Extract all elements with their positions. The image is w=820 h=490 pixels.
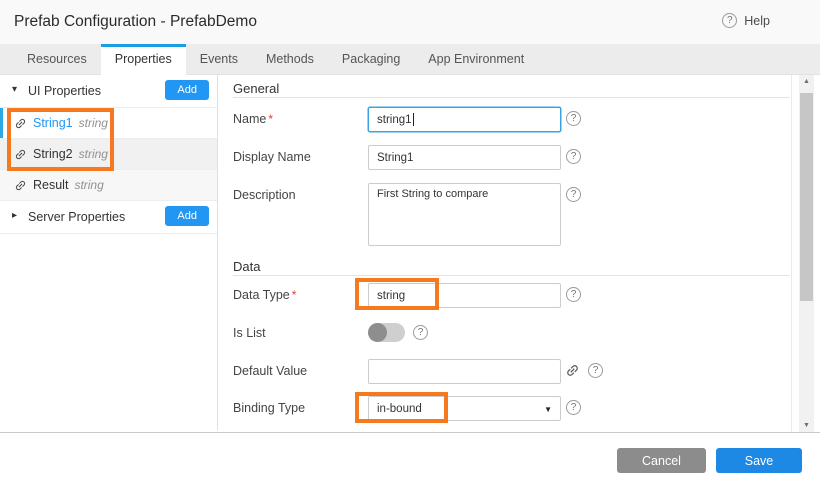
link-icon <box>11 145 29 163</box>
footer-divider <box>0 432 820 433</box>
ui-properties-header[interactable]: ▾ UI Properties Add <box>0 75 217 108</box>
prefab-config-window: Prefab Configuration - PrefabDemo ? Help… <box>0 0 820 490</box>
help-button[interactable]: ? Help <box>722 13 770 28</box>
scrollbar-thumb[interactable] <box>800 93 813 301</box>
data-section-divider <box>233 275 790 276</box>
chevron-down-icon: ▾ <box>12 84 17 95</box>
is-list-label: Is List <box>233 326 266 340</box>
add-server-property-button[interactable]: Add <box>165 206 209 226</box>
required-asterisk: * <box>292 288 297 302</box>
server-properties-label: Server Properties <box>28 210 125 224</box>
tab-bar: Resources Properties Events Methods Pack… <box>0 44 820 75</box>
sidebar-item-string2[interactable]: String2 string <box>0 139 217 170</box>
name-help-icon[interactable]: ? <box>566 111 581 126</box>
property-type: string <box>79 116 108 130</box>
properties-sidebar: ▾ UI Properties Add String1 string Strin… <box>0 75 218 430</box>
tab-app-environment[interactable]: App Environment <box>414 44 538 75</box>
default-value-help-icon[interactable]: ? <box>588 363 603 378</box>
window-header: Prefab Configuration - PrefabDemo ? Help <box>0 0 820 44</box>
link-icon <box>11 114 29 132</box>
save-button[interactable]: Save <box>716 448 802 473</box>
default-value-label: Default Value <box>233 364 307 378</box>
vertical-scrollbar[interactable]: ▲ ▼ <box>799 75 814 433</box>
display-name-label: Display Name <box>233 150 311 164</box>
name-label: Name* <box>233 112 273 126</box>
property-form-panel: General Name* string1 ? Display Name Str… <box>219 75 792 432</box>
tab-resources[interactable]: Resources <box>13 44 101 75</box>
toggle-knob <box>368 323 387 342</box>
data-type-input[interactable]: string <box>368 283 561 308</box>
property-type: string <box>74 178 103 192</box>
tab-methods[interactable]: Methods <box>252 44 328 75</box>
window-title: Prefab Configuration - PrefabDemo <box>14 13 257 31</box>
property-name: String2 <box>33 147 73 161</box>
tab-events[interactable]: Events <box>186 44 252 75</box>
binding-type-label: Binding Type <box>233 401 305 415</box>
is-list-help-icon[interactable]: ? <box>413 325 428 340</box>
server-properties-header[interactable]: ▸ Server Properties Add <box>0 201 217 234</box>
text-cursor <box>413 113 414 126</box>
ui-properties-label: UI Properties <box>28 84 101 98</box>
bind-link-icon[interactable] <box>562 360 583 381</box>
general-section-divider <box>233 97 790 98</box>
default-value-input[interactable] <box>368 359 561 384</box>
scroll-down-arrow[interactable]: ▼ <box>799 419 814 433</box>
binding-type-help-icon[interactable]: ? <box>566 400 581 415</box>
required-asterisk: * <box>268 112 273 126</box>
dropdown-arrow-icon: ▼ <box>544 405 552 414</box>
property-type: string <box>79 147 108 161</box>
sidebar-item-string1[interactable]: String1 string <box>0 108 217 139</box>
description-textarea[interactable]: First String to compare <box>368 183 561 246</box>
link-icon <box>11 176 29 194</box>
data-type-help-icon[interactable]: ? <box>566 287 581 302</box>
binding-type-select[interactable]: in-bound ▼ <box>368 396 561 421</box>
property-name: String1 <box>33 116 73 130</box>
description-help-icon[interactable]: ? <box>566 187 581 202</box>
data-type-label: Data Type* <box>233 288 296 302</box>
display-name-input[interactable]: String1 <box>368 145 561 170</box>
tab-properties[interactable]: Properties <box>101 44 186 75</box>
add-ui-property-button[interactable]: Add <box>165 80 209 100</box>
sidebar-item-result[interactable]: Result string <box>0 170 217 201</box>
general-section-title: General <box>233 81 279 96</box>
description-label: Description <box>233 188 296 202</box>
chevron-right-icon: ▸ <box>12 210 17 221</box>
cancel-button[interactable]: Cancel <box>617 448 706 473</box>
display-name-help-icon[interactable]: ? <box>566 149 581 164</box>
name-input[interactable]: string1 <box>368 107 561 132</box>
property-name: Result <box>33 178 68 192</box>
data-section-title: Data <box>233 259 260 274</box>
scroll-up-arrow[interactable]: ▲ <box>799 75 814 89</box>
is-list-toggle[interactable] <box>368 323 405 342</box>
selected-indicator-bar <box>0 108 3 138</box>
help-label: Help <box>744 14 770 28</box>
tab-packaging[interactable]: Packaging <box>328 44 414 75</box>
help-circle-icon: ? <box>722 13 737 28</box>
